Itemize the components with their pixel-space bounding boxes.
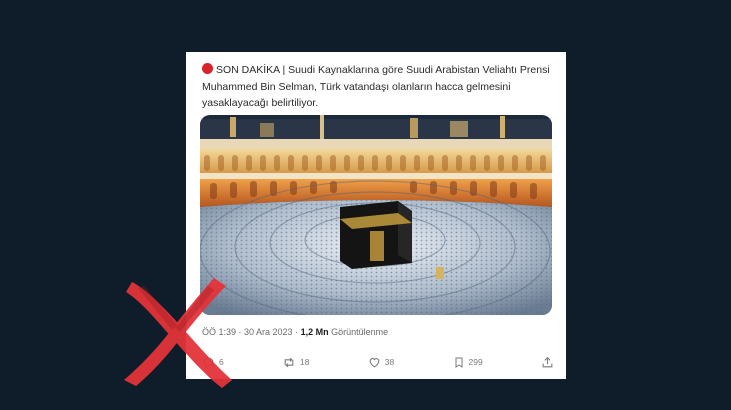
view-label: Görüntülenme [328, 327, 389, 337]
tweet-media-image[interactable] [200, 115, 552, 315]
tweet-card: SON DAKİKA | Suudi Kaynaklarına göre Suu… [186, 52, 566, 379]
bookmark-button[interactable]: 299 [453, 356, 483, 369]
retweet-button[interactable]: 18 [282, 356, 309, 369]
like-button[interactable]: 38 [368, 356, 394, 369]
retweet-icon [284, 357, 294, 367]
like-count: 38 [384, 357, 395, 367]
bookmark-icon [455, 357, 463, 368]
red-circle-icon [202, 63, 213, 74]
bookmark-count: 299 [468, 357, 483, 367]
heart-icon [369, 357, 380, 367]
retweet-count: 18 [300, 357, 310, 367]
share-icon [542, 356, 553, 367]
view-count: 1,2 Mn [300, 327, 329, 337]
share-button[interactable] [541, 356, 554, 369]
tweet-text: SON DAKİKA | Suudi Kaynaklarına göre Suu… [202, 64, 550, 109]
red-x-mark-icon [124, 278, 232, 388]
kaaba-photo [200, 115, 552, 315]
tweet-body: SON DAKİKA | Suudi Kaynaklarına göre Suu… [202, 62, 553, 112]
tweet-actions: 6 18 38 299 [202, 353, 554, 371]
